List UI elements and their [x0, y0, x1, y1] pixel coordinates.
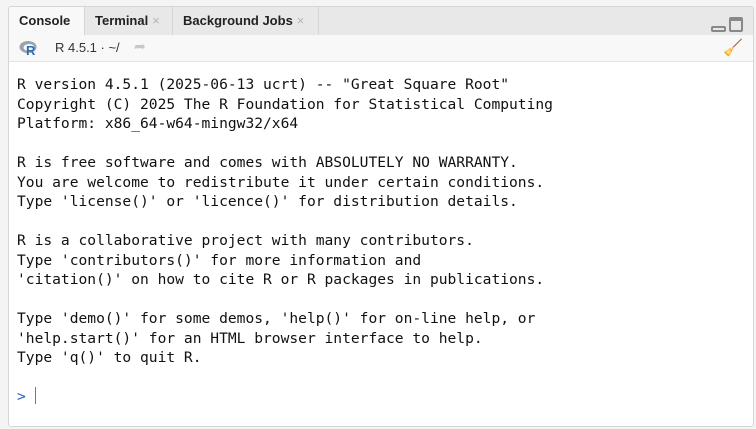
- prompt-symbol: >: [17, 388, 26, 405]
- console-line: 'help.start()' for an HTML browser inter…: [17, 329, 483, 347]
- console-line: R version 4.5.1 (2025-06-13 ucrt) -- "Gr…: [17, 76, 510, 93]
- tab-console[interactable]: Console: [9, 7, 85, 36]
- console-line: You are welcome to redistribute it under…: [17, 173, 545, 191]
- close-icon[interactable]: ×: [152, 13, 160, 28]
- console-line: Type 'demo()' for some demos, 'help()' f…: [17, 310, 536, 327]
- r-version-path: R 4.5.1 · ~/: [55, 40, 120, 55]
- r-logo-icon: R: [19, 41, 37, 56]
- console-line: 'citation()' on how to cite R or R packa…: [17, 271, 545, 288]
- console-prompt-line[interactable]: >: [17, 387, 753, 407]
- console-line: Platform: x86_64-w64-mingw32/x64: [17, 115, 299, 132]
- tab-background-jobs[interactable]: Background Jobs ×: [173, 7, 319, 35]
- tab-terminal[interactable]: Terminal ×: [85, 7, 173, 35]
- clear-console-broom-icon[interactable]: 🧹: [723, 38, 743, 58]
- console-output[interactable]: R version 4.5.1 (2025-06-13 ucrt) -- "Gr…: [17, 75, 753, 407]
- console-line: R is free software and comes with ABSOLU…: [17, 154, 518, 171]
- console-line: R is a collaborative project with many c…: [17, 232, 474, 249]
- minimize-pane-icon[interactable]: [711, 26, 726, 32]
- console-line: Copyright (C) 2025 The R Foundation for …: [17, 95, 553, 113]
- close-icon[interactable]: ×: [297, 13, 305, 28]
- console-pane: Console Terminal × Background Jobs × R R 4…: [8, 6, 754, 427]
- console-toolbar: R R 4.5.1 · ~/ ➦ 🧹: [9, 35, 753, 62]
- go-to-directory-icon[interactable]: ➦: [134, 38, 146, 55]
- tab-label: Console: [19, 13, 71, 28]
- tab-bar: Console Terminal × Background Jobs ×: [9, 7, 753, 36]
- maximize-pane-icon[interactable]: [729, 17, 743, 32]
- tab-label: Terminal: [95, 13, 149, 28]
- text-cursor: [34, 387, 36, 404]
- svg-text:R: R: [26, 43, 36, 56]
- console-line: Type 'q()' to quit R.: [17, 349, 202, 366]
- console-line: Type 'license()' or 'licence()' for dist…: [17, 193, 518, 210]
- console-line: Type 'contributors()' for more informati…: [17, 251, 422, 269]
- tab-label: Background Jobs: [183, 13, 293, 28]
